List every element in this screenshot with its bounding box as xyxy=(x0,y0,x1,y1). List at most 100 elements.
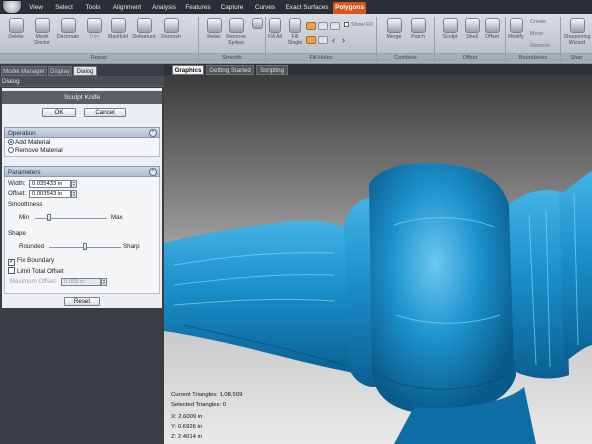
sharpening-wizard-button[interactable]: Sharpening Wizard xyxy=(562,18,592,54)
menu-tab-view[interactable]: View xyxy=(26,2,46,14)
shape-slider[interactable] xyxy=(83,243,87,250)
menu-tab-tools[interactable]: Tools xyxy=(82,2,104,14)
menu-tab-capture[interactable]: Capture xyxy=(218,2,246,14)
graphics-viewport[interactable]: Current Triangles: 1,08,509 Selected Tri… xyxy=(164,75,592,444)
offset-stepper[interactable]: ▲ ▼ xyxy=(71,190,77,198)
operation-section-header[interactable]: Operation ^ xyxy=(4,127,160,138)
menu-tab-features[interactable]: Features xyxy=(184,2,212,14)
move-boundary-button[interactable]: Move xyxy=(530,31,543,38)
remove-spikes-icon xyxy=(228,18,244,33)
modify-icon xyxy=(509,18,523,33)
menu-tab-exact-surfaces[interactable]: Exact Surfaces xyxy=(284,2,330,14)
model-shaft-left xyxy=(164,220,364,375)
maximum-offset-stepper[interactable]: ▲ ▼ xyxy=(101,278,107,286)
manifold-button[interactable]: Manifold xyxy=(104,18,132,54)
ok-button[interactable]: OK xyxy=(42,108,76,117)
trim-icon xyxy=(86,18,102,33)
fill-single-button[interactable]: Fill Single xyxy=(284,18,306,54)
reset-button[interactable]: Reset xyxy=(64,297,100,306)
width-label: Width: xyxy=(8,180,26,187)
merge-icon xyxy=(386,18,402,33)
model-bulb xyxy=(369,163,516,414)
parameters-section-header[interactable]: Parameters ^ xyxy=(4,166,160,177)
show-fill-checkbox[interactable]: Show Fill xyxy=(344,22,373,29)
radio-icon xyxy=(8,147,14,153)
remove-spikes-button[interactable]: Remove Spikes xyxy=(222,18,250,54)
delete-button[interactable]: Delete xyxy=(2,18,30,54)
smoothness-slider[interactable] xyxy=(47,214,52,221)
tab-getting-started[interactable]: Getting Started xyxy=(206,65,254,75)
smoothness-max-label: Max xyxy=(111,214,123,221)
menu-tab-alignment[interactable]: Alignment xyxy=(110,2,144,14)
application-menu-button[interactable] xyxy=(2,0,22,14)
patch-button[interactable]: Patch xyxy=(404,18,432,54)
graphics-tab-strip: Graphics Getting Started Scripting xyxy=(164,64,592,75)
fill-all-button[interactable]: Fill All xyxy=(264,18,286,54)
sharpening-wizard-icon xyxy=(569,18,585,33)
fill-tangent-icon[interactable] xyxy=(318,22,328,30)
fix-boundary-checkbox[interactable]: ✓ Fix Boundary xyxy=(8,257,54,266)
tool-title: Sculpt Knife xyxy=(2,91,162,104)
defeature-button[interactable]: Defeature xyxy=(130,18,158,54)
fill-partial-icon[interactable] xyxy=(318,36,328,44)
tab-graphics[interactable]: Graphics xyxy=(172,65,204,75)
create-boundary-button[interactable]: Create xyxy=(530,19,546,26)
maximum-offset-label: Maximum Offset: xyxy=(10,278,57,285)
previous-hole-icon[interactable]: ‹ xyxy=(332,35,335,45)
modify-button[interactable]: Modify xyxy=(504,18,528,54)
ribbon-group-repair: Repair xyxy=(0,53,198,62)
offset-field[interactable]: 0.003543 in xyxy=(29,190,71,198)
coord-y-text: Y: 0.6926 in xyxy=(171,424,203,430)
tab-model-manager[interactable]: Model Manager xyxy=(1,66,47,76)
fill-all-icon xyxy=(269,18,281,33)
tab-dialog[interactable]: Dialog xyxy=(73,66,97,76)
remesh-button[interactable]: Remesh xyxy=(157,18,185,54)
shape-rounded-label: Rounded xyxy=(19,243,45,250)
patch-icon xyxy=(410,18,426,33)
left-panel-empty-area xyxy=(0,309,164,444)
add-material-radio[interactable]: Add Material xyxy=(8,139,50,147)
collapse-icon[interactable]: ^ xyxy=(149,129,157,137)
ribbon-group-combine: Combine xyxy=(377,53,434,62)
menu-tab-polygons[interactable]: Polygons xyxy=(333,2,366,14)
left-panel: Model Manager Display Dialog Dialog Scul… xyxy=(0,64,164,444)
menu-tab-analysis[interactable]: Analysis xyxy=(150,2,178,14)
shape-sharp-label: Sharp xyxy=(123,243,140,250)
manifold-icon xyxy=(110,18,126,33)
width-stepper[interactable]: ▲ ▼ xyxy=(71,180,77,188)
maximum-offset-field[interactable]: 0.008 in xyxy=(61,278,101,286)
next-hole-icon[interactable]: › xyxy=(342,35,345,45)
offset-label: Offset: xyxy=(8,190,27,197)
mesh-doctor-button[interactable]: Mesh Doctor xyxy=(28,18,56,54)
width-field[interactable]: 0.035433 in xyxy=(29,180,71,188)
delete-icon xyxy=(8,18,24,33)
tab-display[interactable]: Display xyxy=(48,66,72,76)
remove-material-radio[interactable]: Remove Material xyxy=(8,147,63,155)
fill-complete-icon[interactable] xyxy=(306,36,316,44)
cancel-button[interactable]: Cancel xyxy=(84,108,126,117)
ribbon-toolbar: Delete Mesh Doctor Decimate Trim Manifol… xyxy=(0,14,592,64)
dialog-panel-title: Dialog xyxy=(0,76,164,87)
fill-single-icon xyxy=(289,18,301,33)
menu-tab-curves[interactable]: Curves xyxy=(252,2,278,14)
smooth-brush-icon xyxy=(251,18,263,29)
mesh-doctor-icon xyxy=(34,18,50,33)
offset-icon xyxy=(484,18,500,33)
smoothness-slider-track[interactable] xyxy=(35,218,107,219)
selected-triangles-text: Selected Triangles: 0 xyxy=(171,402,227,408)
fill-curvature-icon[interactable] xyxy=(330,22,340,30)
collapse-icon[interactable]: ^ xyxy=(149,168,157,176)
mesh-model[interactable] xyxy=(164,75,592,444)
ribbon-group-boundaries: Boundaries xyxy=(506,53,560,62)
checkbox-checked-icon: ✓ xyxy=(8,259,15,266)
limit-total-offset-checkbox[interactable]: Limit Total Offset xyxy=(8,267,64,275)
defeature-icon xyxy=(136,18,152,33)
menu-tab-select[interactable]: Select xyxy=(52,2,76,14)
fill-flat-icon[interactable] xyxy=(306,22,316,30)
decimate-button[interactable]: Decimate xyxy=(54,18,82,54)
smooth-extra-button[interactable] xyxy=(250,18,264,54)
remove-boundary-button[interactable]: Remove xyxy=(530,43,550,50)
tab-scripting[interactable]: Scripting xyxy=(256,65,288,75)
offset-button[interactable]: Offset xyxy=(478,18,506,54)
relax-icon xyxy=(206,18,222,33)
